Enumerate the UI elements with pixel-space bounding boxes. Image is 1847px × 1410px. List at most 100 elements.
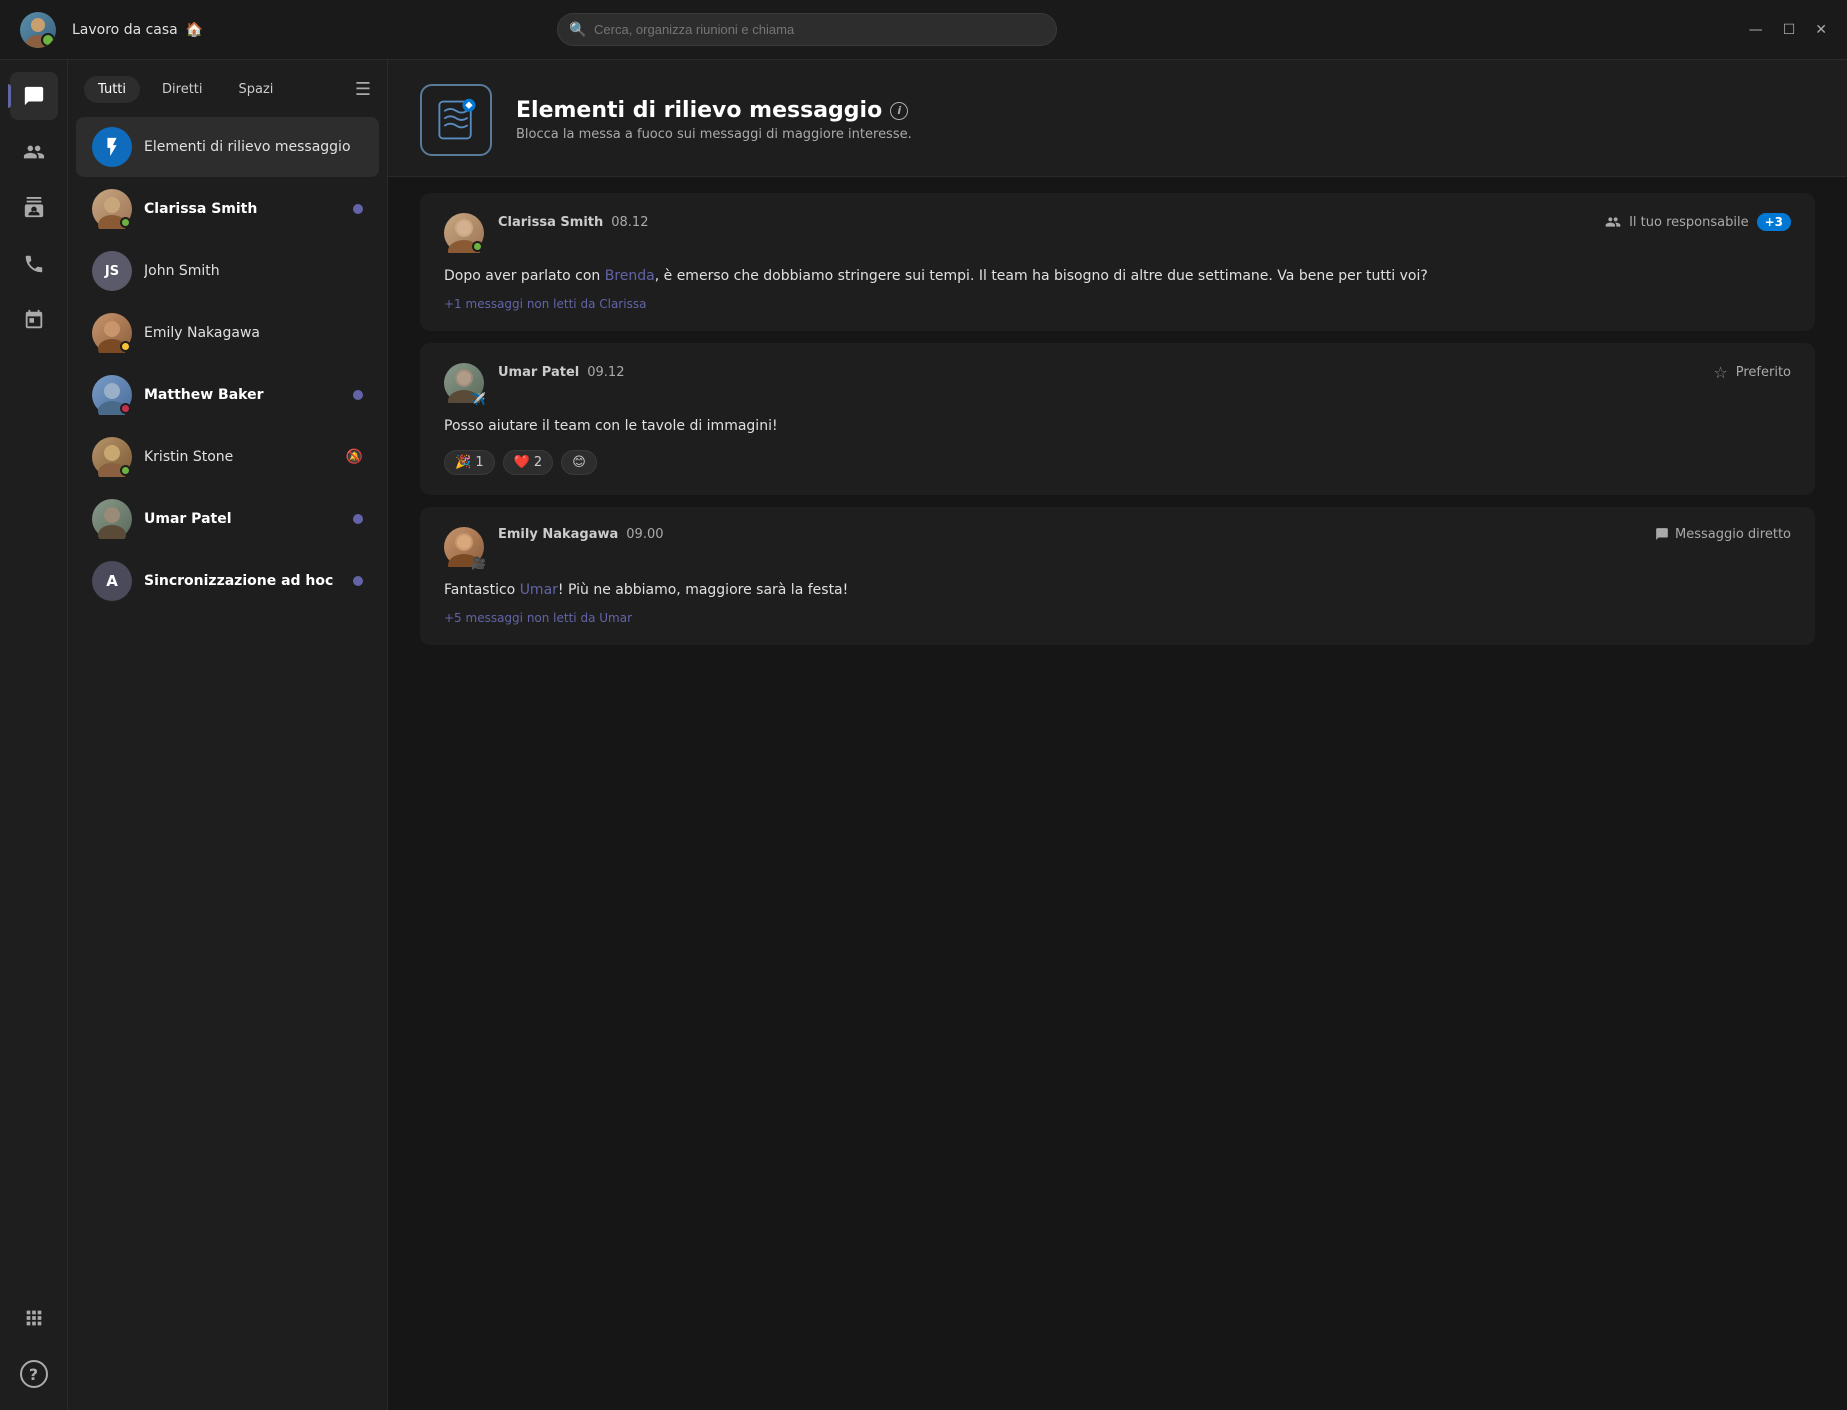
clarissa-avatar	[92, 189, 132, 229]
msg1-tag: Il tuo responsabile +3	[1605, 213, 1791, 231]
emily-avatar	[92, 313, 132, 353]
sidebar-item-matthew[interactable]: Matthew Baker	[76, 365, 379, 425]
msg3-tag-label: Messaggio diretto	[1675, 527, 1791, 542]
user-avatar[interactable]	[20, 12, 56, 48]
page-subtitle: Blocca la messa a fuoco sui messaggi di …	[516, 127, 912, 142]
tab-diretti[interactable]: Diretti	[148, 76, 217, 103]
matthew-avatar	[92, 375, 132, 415]
sidebar-item-calls[interactable]	[10, 240, 58, 288]
sidebar-item-elementi[interactable]: Elementi di rilievo messaggio	[76, 117, 379, 177]
sync-avatar: A	[92, 561, 132, 601]
clarissa-name: Clarissa Smith	[144, 201, 341, 217]
elementi-name: Elementi di rilievo messaggio	[144, 139, 363, 155]
sidebar-item-people[interactable]	[10, 128, 58, 176]
umar-name: Umar Patel	[144, 511, 341, 527]
sidebar-item-add-apps[interactable]	[10, 1294, 58, 1342]
msg3-body: Fantastico Umar! Più ne abbiamo, maggior…	[444, 579, 1791, 601]
clarissa-unread	[353, 204, 363, 214]
emily-name: Emily Nakagawa	[144, 325, 363, 341]
john-avatar: JS	[92, 251, 132, 291]
msg2-sender-row: Umar Patel 09.12 ☆ Preferito	[498, 363, 1791, 382]
kristin-avatar	[92, 437, 132, 477]
bell-icon: 🔕	[346, 449, 363, 465]
sidebar-list: Elementi di rilievo messaggio Clarissa S…	[68, 111, 387, 1410]
message-card-3: 🎥 Emily Nakagawa 09.00 Messaggio diretto	[420, 507, 1815, 645]
close-button[interactable]: ✕	[1815, 22, 1827, 38]
sidebar-item-contacts[interactable]	[10, 184, 58, 232]
msg3-tag: Messaggio diretto	[1655, 527, 1791, 542]
app-layout: ? Tutti Diretti Spazi ☰ Elementi di rili…	[0, 60, 1847, 1410]
main-content: Elementi di rilievo messaggio i Blocca l…	[388, 60, 1847, 1410]
sidebar-item-chat[interactable]	[10, 72, 58, 120]
msg2-sender: Umar Patel	[498, 365, 579, 380]
msg1-sender-row: Clarissa Smith 08.12 Il tuo responsabile…	[498, 213, 1791, 231]
matthew-name: Matthew Baker	[144, 387, 341, 403]
sidebar-item-umar[interactable]: Umar Patel	[76, 489, 379, 549]
sidebar-item-john[interactable]: JS John Smith	[76, 241, 379, 301]
msg1-mention: Brenda	[605, 268, 655, 284]
msg1-unread: +1 messaggi non letti da Clarissa	[444, 297, 1791, 311]
sync-name: Sincronizzazione ad hoc	[144, 573, 341, 589]
msg2-avatar: ✈️	[444, 363, 484, 403]
star-icon[interactable]: ☆	[1713, 363, 1727, 382]
msg3-mention: Umar	[520, 582, 558, 598]
reaction-party[interactable]: 🎉 1	[444, 450, 495, 475]
tab-tutti[interactable]: Tutti	[84, 76, 140, 103]
messages-area: Clarissa Smith 08.12 Il tuo responsabile…	[388, 177, 1847, 1410]
msg1-avatar	[444, 213, 484, 253]
minimize-button[interactable]: —	[1749, 22, 1763, 38]
umar-unread	[353, 514, 363, 524]
msg1-meta: Clarissa Smith 08.12 Il tuo responsabile…	[498, 213, 1791, 231]
msg2-tag-label: Preferito	[1736, 365, 1791, 380]
msg2-meta: Umar Patel 09.12 ☆ Preferito	[498, 363, 1791, 382]
sidebar-item-calendar[interactable]	[10, 296, 58, 344]
sidebar-item-sync[interactable]: A Sincronizzazione ad hoc	[76, 551, 379, 611]
msg2-time: 09.12	[587, 365, 624, 380]
msg2-header: ✈️ Umar Patel 09.12 ☆ Preferito	[444, 363, 1791, 403]
search-input[interactable]	[557, 13, 1057, 46]
search-bar[interactable]: 🔍	[557, 13, 1057, 46]
msg3-avatar-emoji: 🎥	[471, 557, 486, 569]
msg3-header: 🎥 Emily Nakagawa 09.00 Messaggio diretto	[444, 527, 1791, 567]
reaction-smile[interactable]: 😊	[561, 450, 597, 475]
sidebar-item-clarissa[interactable]: Clarissa Smith	[76, 179, 379, 239]
msg3-sender-row: Emily Nakagawa 09.00 Messaggio diretto	[498, 527, 1791, 542]
sidebar-item-emily[interactable]: Emily Nakagawa	[76, 303, 379, 363]
window-controls: — ☐ ✕	[1749, 22, 1827, 38]
icon-rail: ?	[0, 60, 68, 1410]
kristin-name: Kristin Stone	[144, 449, 334, 465]
msg2-tag: ☆ Preferito	[1713, 363, 1791, 382]
reaction-heart[interactable]: ❤️ 2	[503, 450, 554, 475]
message-card-1: Clarissa Smith 08.12 Il tuo responsabile…	[420, 193, 1815, 331]
page-title: Elementi di rilievo messaggio i	[516, 98, 912, 123]
sidebar-item-help[interactable]: ?	[10, 1350, 58, 1398]
msg2-avatar-emoji: ✈️	[471, 393, 486, 405]
titlebar: Lavoro da casa 🏠 🔍 — ☐ ✕	[0, 0, 1847, 60]
msg3-sender: Emily Nakagawa	[498, 527, 618, 542]
main-header: Elementi di rilievo messaggio i Blocca l…	[388, 60, 1847, 177]
sync-unread	[353, 576, 363, 586]
matthew-unread	[353, 390, 363, 400]
rail-bottom: ?	[10, 1294, 58, 1398]
msg1-time: 08.12	[611, 215, 648, 230]
msg3-unread: +5 messaggi non letti da Umar	[444, 611, 1791, 625]
info-icon[interactable]: i	[890, 102, 908, 120]
sidebar: Tutti Diretti Spazi ☰ Elementi di riliev…	[68, 60, 388, 1410]
elementi-avatar	[92, 127, 132, 167]
msg3-avatar: 🎥	[444, 527, 484, 567]
msg2-reactions: 🎉 1 ❤️ 2 😊	[444, 450, 1791, 475]
maximize-button[interactable]: ☐	[1783, 22, 1796, 38]
msg1-sender: Clarissa Smith	[498, 215, 603, 230]
sidebar-item-kristin[interactable]: Kristin Stone 🔕	[76, 427, 379, 487]
app-title: Lavoro da casa 🏠	[72, 22, 203, 38]
msg1-body: Dopo aver parlato con Brenda, è emerso c…	[444, 265, 1791, 287]
msg1-tag-label: Il tuo responsabile	[1629, 215, 1749, 230]
msg1-badge: +3	[1757, 213, 1791, 231]
main-header-icon	[420, 84, 492, 156]
tab-spazi[interactable]: Spazi	[225, 76, 288, 103]
msg1-header: Clarissa Smith 08.12 Il tuo responsabile…	[444, 213, 1791, 253]
john-name: John Smith	[144, 263, 363, 279]
message-card-2: ✈️ Umar Patel 09.12 ☆ Preferito Po	[420, 343, 1815, 494]
filter-icon[interactable]: ☰	[355, 79, 371, 100]
msg3-meta: Emily Nakagawa 09.00 Messaggio diretto	[498, 527, 1791, 542]
